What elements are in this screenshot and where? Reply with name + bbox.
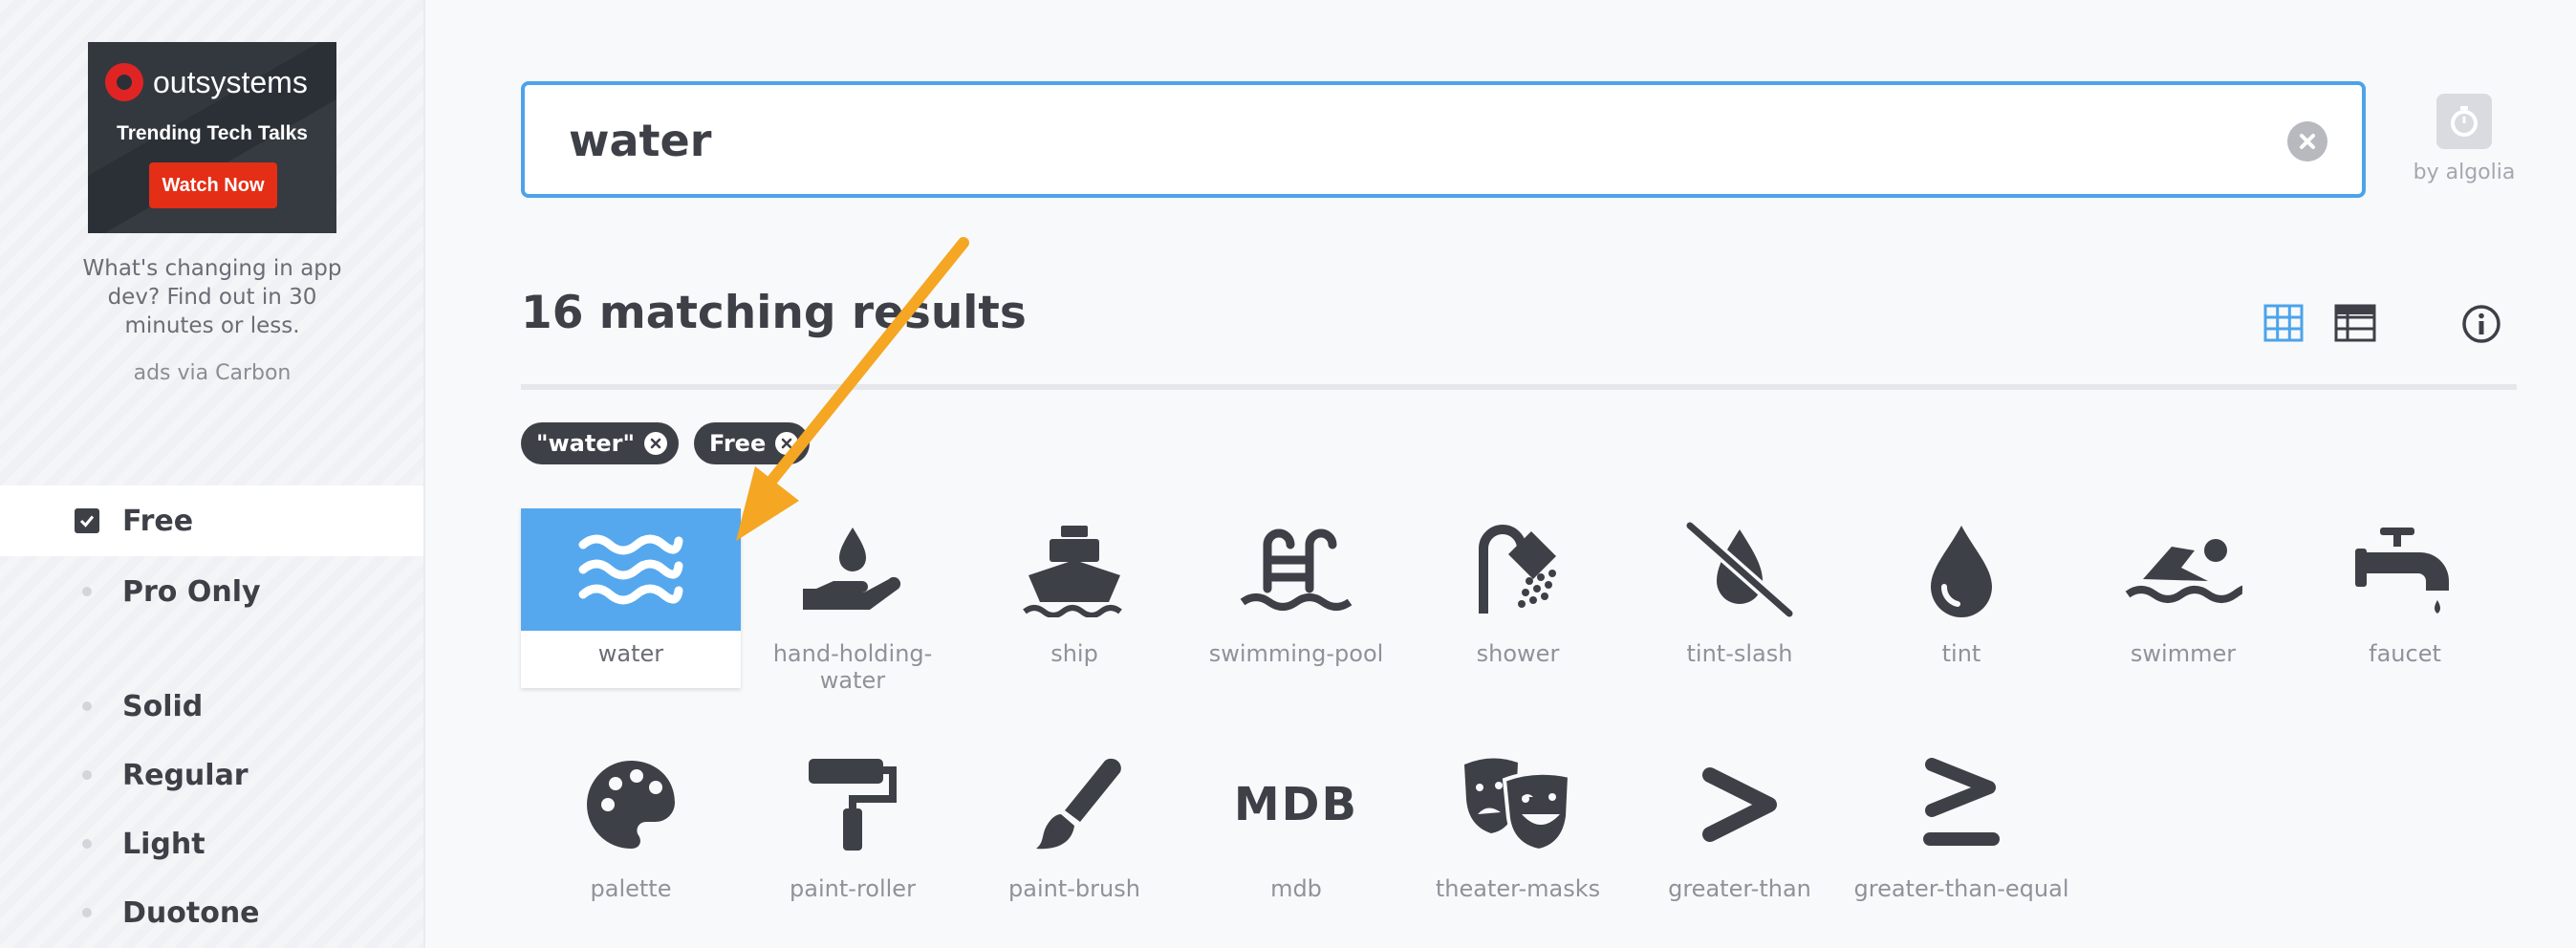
- icon-tile-ship[interactable]: ship: [964, 508, 1184, 688]
- ship-icon: [1023, 526, 1122, 617]
- chip-query-water[interactable]: "water": [521, 422, 679, 464]
- filter-label: Solid: [122, 689, 204, 723]
- icon-name: greater-than: [1668, 875, 1811, 902]
- chip-free[interactable]: Free: [693, 422, 811, 464]
- palette-icon: [587, 761, 675, 849]
- filter-pro-only[interactable]: Pro Only: [0, 556, 423, 627]
- icon-tile-mdb[interactable]: MDB mdb: [1186, 743, 1406, 923]
- outsystems-logo: outsystems: [105, 63, 308, 101]
- icon-name: water: [597, 640, 664, 667]
- carbon-ad-image[interactable]: outsystems Trending Tech Talks Watch Now: [88, 42, 336, 233]
- icon-tile-paint-brush[interactable]: paint-brush: [964, 743, 1184, 923]
- ad-watch-now-button[interactable]: Watch Now: [149, 162, 277, 208]
- paint-roller-icon: [809, 759, 897, 851]
- remove-chip-icon[interactable]: [643, 432, 667, 455]
- filter-label: Duotone: [122, 895, 260, 930]
- icon-name: swimmer: [2130, 640, 2237, 667]
- icon-tile-greater-than-equal[interactable]: greater-than-equal: [1851, 743, 2071, 923]
- bullet-icon: [82, 908, 92, 917]
- remove-chip-icon[interactable]: [775, 432, 799, 455]
- icon-name: swimming-pool: [1208, 640, 1384, 667]
- ad-description[interactable]: What's changing in app dev? Find out in …: [69, 254, 356, 340]
- tint-slash-icon: [1685, 520, 1794, 619]
- algolia-badge[interactable]: by algolia: [2407, 94, 2522, 184]
- icon-name: theater-masks: [1435, 875, 1601, 902]
- search-box: [521, 81, 2366, 198]
- stopwatch-icon: [2436, 94, 2492, 149]
- ad-tagline: Trending Tech Talks: [117, 122, 308, 144]
- tint-icon: [1931, 526, 1992, 617]
- mdb-icon: MDB: [1233, 778, 1359, 831]
- filter-free[interactable]: Free: [0, 485, 423, 556]
- icon-tile-tint[interactable]: tint: [1851, 508, 2071, 688]
- ads-via-carbon-link[interactable]: ads via Carbon: [69, 361, 356, 385]
- icon-tile-water[interactable]: water: [521, 508, 741, 688]
- icon-tile-swimmer[interactable]: swimmer: [2073, 508, 2293, 688]
- icon-name: faucet: [2369, 640, 2441, 667]
- filter-label: Light: [122, 827, 206, 861]
- icon-tile-theater-masks[interactable]: theater-masks: [1408, 743, 1628, 923]
- filter-label: Pro Only: [122, 574, 261, 609]
- sidebar: outsystems Trending Tech Talks Watch Now…: [0, 0, 425, 948]
- water-icon: [578, 534, 683, 605]
- icon-name: tint-slash: [1686, 640, 1793, 667]
- icon-tile-swimming-pool[interactable]: swimming-pool: [1186, 508, 1406, 688]
- clear-search-icon[interactable]: [2287, 121, 2327, 162]
- icon-name: hand-holding-water: [772, 640, 933, 694]
- results-count: 16 matching results: [521, 287, 1027, 339]
- filter-label: Regular: [122, 758, 249, 792]
- icon-name: ship: [1050, 640, 1098, 667]
- chip-label: "water": [536, 430, 635, 457]
- shower-icon: [1479, 525, 1556, 614]
- bullet-icon: [82, 587, 92, 596]
- icon-tile-hand-holding-water[interactable]: hand-holding-water: [743, 508, 963, 694]
- swimming-pool-icon: [1240, 528, 1353, 611]
- faucet-icon: [2355, 528, 2449, 614]
- icon-tile-shower[interactable]: shower: [1408, 508, 1628, 688]
- ad-brand-name: outsystems: [153, 64, 308, 99]
- icon-name: palette: [590, 875, 672, 902]
- algolia-label: by algolia: [2413, 161, 2516, 184]
- icon-name: shower: [1476, 640, 1560, 667]
- table-view-icon[interactable]: [2334, 304, 2376, 346]
- info-icon[interactable]: [2461, 304, 2501, 348]
- results-divider: [521, 384, 2517, 390]
- icon-name: mdb: [1270, 875, 1322, 902]
- paint-brush-icon: [1036, 758, 1121, 850]
- filter-solid[interactable]: Solid: [0, 671, 423, 742]
- filter-duotone[interactable]: Duotone: [0, 877, 423, 948]
- icon-tile-faucet[interactable]: faucet: [2295, 508, 2515, 688]
- greater-than-icon: [1702, 767, 1777, 842]
- icon-tile-palette[interactable]: palette: [521, 743, 741, 923]
- greater-than-equal-icon: [1923, 758, 2000, 846]
- theater-masks-icon: [1464, 758, 1572, 853]
- icon-name: paint-roller: [790, 875, 916, 902]
- checkbox-checked-icon[interactable]: [75, 508, 99, 533]
- outsystems-logo-icon: [105, 63, 143, 101]
- chip-label: Free: [708, 430, 767, 457]
- icon-name: paint-brush: [1008, 875, 1140, 902]
- filter-label: Free: [122, 504, 194, 538]
- icon-tile-greater-than[interactable]: greater-than: [1630, 743, 1850, 923]
- icon-name: greater-than-equal: [1853, 875, 2069, 902]
- filter-light[interactable]: Light: [0, 808, 423, 879]
- bullet-icon: [82, 770, 92, 780]
- hand-holding-water-icon: [803, 528, 901, 610]
- active-filter-chips: "water" Free: [521, 422, 811, 464]
- bullet-icon: [82, 839, 92, 849]
- swimmer-icon: [2125, 539, 2242, 603]
- grid-view-icon[interactable]: [2263, 304, 2304, 346]
- icon-tile-paint-roller[interactable]: paint-roller: [743, 743, 963, 923]
- icon-tile-tint-slash[interactable]: tint-slash: [1630, 508, 1850, 688]
- icon-name: tint: [1941, 640, 1981, 667]
- filter-regular[interactable]: Regular: [0, 740, 423, 810]
- icon-results-grid: water hand-holding-water ship swimming-p…: [521, 508, 2528, 948]
- search-input[interactable]: [569, 110, 2194, 171]
- bullet-icon: [82, 701, 92, 711]
